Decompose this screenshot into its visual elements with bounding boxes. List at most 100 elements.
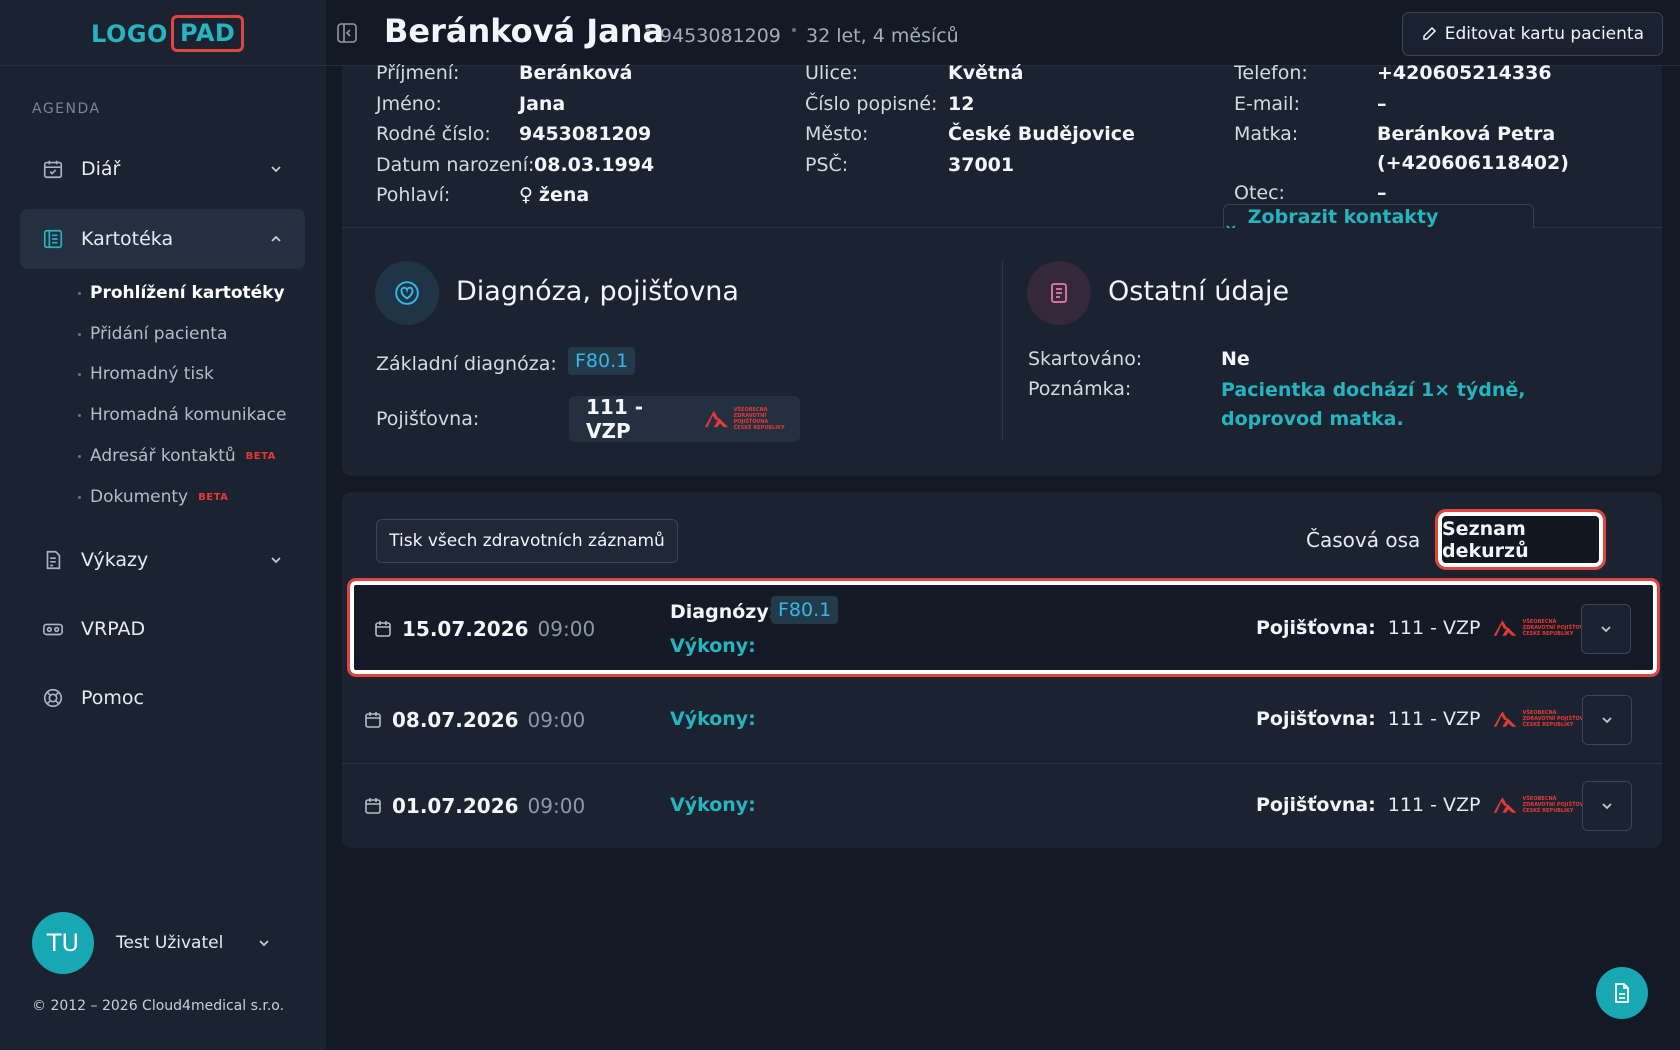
zip-value: 37001 (948, 154, 1015, 176)
house-value: 12 (948, 93, 975, 115)
insurance-label: Pojišťovna: (1256, 617, 1376, 639)
insurance-label: Pojišťovna: (1256, 708, 1376, 730)
subitem-label: Dokumenty (90, 487, 189, 507)
sidebar-collapse-icon[interactable] (336, 22, 358, 44)
app-logo[interactable]: LOGO PAD (91, 15, 245, 52)
other-title: Ostatní údaje (1108, 276, 1290, 307)
rc-label: Rodné číslo: (376, 123, 491, 145)
record-insurance: Pojišťovna: 111 - VZP VŠEOBECNÁ ZDRAVOTN… (1256, 708, 1592, 730)
vzp-logo-line: ZDRAVOTNÍ POJIŠŤOVNA (733, 413, 769, 425)
bullet-icon (78, 413, 81, 417)
insurance-value: 111 - VZP (1387, 708, 1481, 730)
subitem-label: Prohlížení kartotéky (90, 283, 285, 303)
house-field: Číslo popisné: 12 (805, 93, 974, 115)
diagnosis-title: Diagnóza, pojišťovna (456, 276, 739, 307)
chevron-down-icon (271, 166, 281, 173)
city-value: České Budějovice (948, 123, 1135, 145)
insurance-value: 111 - VZP (586, 395, 644, 443)
chevron-down-icon (259, 940, 269, 947)
street-field: Ulice: Květná (805, 62, 1023, 84)
user-menu[interactable]: TU Test Uživatel (32, 912, 271, 974)
print-all-records-button[interactable]: Tisk všech zdravotních záznamů (376, 519, 678, 563)
table-row[interactable]: 08.07.2026 09:00 Výkony: Pojišťovna: 111… (342, 678, 1662, 763)
sidebar-item-label: Kartotéka (81, 228, 174, 250)
sex-value: ♀ žena (519, 184, 589, 206)
email-field: E-mail: – (1234, 93, 1387, 115)
record-time-value: 09:00 (537, 617, 596, 641)
tab-record-list[interactable]: Seznam dekurzů (1435, 509, 1606, 570)
chevron-down-icon (1602, 717, 1612, 724)
diagnosis-code-chip[interactable]: F80.1 (771, 596, 839, 624)
note-value: Pacientka dochází 1× týdně, doprovod mat… (1221, 379, 1526, 430)
logo-area: LOGO PAD (0, 0, 326, 66)
sidebar-subitem-pridani[interactable]: Přidání pacienta (78, 324, 227, 344)
beta-badge: BETA (245, 450, 276, 462)
sex-label: Pohlaví: (376, 184, 451, 206)
sex-field: Pohlaví: ♀ žena (376, 184, 589, 206)
city-label: Město: (805, 123, 869, 145)
tab-timeline[interactable]: Časová osa (1306, 528, 1420, 552)
record-date-value: 01.07.2026 (392, 794, 519, 818)
vzp-logo-icon: VŠEOBECNÁ ZDRAVOTNÍ POJIŠŤOVNA ČESKÉ REP… (703, 407, 800, 431)
record-date: 01.07.2026 09:00 (364, 794, 585, 818)
rc-value: 9453081209 (519, 123, 652, 145)
document-icon (1027, 261, 1091, 325)
expand-record-button[interactable] (1582, 781, 1632, 831)
female-icon: ♀ (519, 184, 533, 206)
record-insurance: Pojišťovna: 111 - VZP VŠEOBECNÁ ZDRAVOTN… (1256, 617, 1592, 639)
book-icon (41, 227, 65, 251)
beta-badge: BETA (198, 491, 229, 503)
main-diagnosis-label: Základní diagnóza: (376, 353, 557, 375)
edit-patient-button[interactable]: Editovat kartu pacienta (1401, 12, 1663, 56)
insurance-label: Pojišťovna: (1256, 794, 1376, 816)
sidebar: LOGO PAD AGENDA Diář Kartotéka Prohlížen… (0, 0, 326, 1050)
table-row[interactable]: 01.07.2026 09:00 Výkony: Pojišťovna: 111… (342, 763, 1662, 848)
mother-label: Matka: (1234, 123, 1299, 145)
procedures-label: Výkony: (670, 708, 756, 730)
record-date-value: 15.07.2026 (402, 617, 529, 641)
sidebar-subitem-komunikace[interactable]: Hromadná komunikace (78, 405, 286, 425)
sidebar-item-vykazy[interactable]: Výkazy (20, 530, 305, 590)
vzp-logo-text: VŠEOBECNÁ ZDRAVOTNÍ POJIŠŤOVNA ČESKÉ REP… (734, 407, 800, 431)
sidebar-subitem-tisk[interactable]: Hromadný tisk (78, 364, 214, 384)
street-value: Květná (948, 62, 1024, 84)
mother-phone: (+420606118402) (1377, 152, 1569, 174)
heart-icon (375, 261, 439, 325)
sidebar-subitem-adresar[interactable]: Adresář kontaktů BETA (78, 446, 276, 466)
logo-text-b: PAD (170, 15, 245, 52)
bullet-icon (78, 291, 81, 295)
new-document-button[interactable] (1596, 967, 1648, 1019)
dob-value: 08.03.1994 (534, 154, 655, 176)
edit-patient-label: Editovat kartu pacienta (1444, 24, 1644, 44)
calendar-icon (375, 621, 391, 637)
surname-value: Beránková (519, 62, 633, 84)
sidebar-item-vrpad[interactable]: VRPAD (20, 599, 305, 659)
sidebar-subitem-prohlizeni[interactable]: Prohlížení kartotéky (78, 283, 285, 303)
bullet-icon (78, 372, 81, 376)
shred-label: Skartováno: (1028, 348, 1143, 370)
document-icon (1615, 983, 1629, 1003)
shred-value: Ne (1221, 348, 1250, 370)
diagnosis-code-chip[interactable]: F80.1 (568, 347, 636, 375)
record-date: 08.07.2026 09:00 (364, 708, 585, 732)
insurance-value: 111 - VZP (1387, 794, 1481, 816)
zip-label: PSČ: (805, 154, 849, 176)
sidebar-item-diar[interactable]: Diář (20, 139, 305, 199)
section-label: AGENDA (32, 101, 101, 117)
rc-field: Rodné číslo: 9453081209 (376, 123, 651, 145)
logo-text-a: LOGO (91, 19, 168, 48)
page-header: Beránková Jana 9453081209 32 let, 4 měsí… (326, 0, 1680, 66)
father-label: Otec: (1234, 182, 1285, 204)
vzp-logo-line: ČESKÉ REPUBLIKY (733, 425, 785, 431)
sidebar-item-kartoteka[interactable]: Kartotéka (20, 209, 305, 269)
insurance-label: Pojišťovna: (376, 408, 480, 430)
bullet-icon (78, 454, 81, 458)
sidebar-item-pomoc[interactable]: Pomoc (20, 668, 305, 728)
expand-record-button[interactable] (1582, 695, 1632, 745)
vzp-logo-icon: VŠEOBECNÁ ZDRAVOTNÍ POJIŠŤOVNA ČESKÉ REP… (1492, 795, 1592, 815)
table-row[interactable]: 15.07.2026 09:00 Diagnózy: F80.1 Výkony:… (347, 578, 1660, 677)
procedures-label: Výkony: (670, 794, 756, 816)
expand-record-button[interactable] (1581, 604, 1631, 654)
sidebar-subitem-dokumenty[interactable]: Dokumenty BETA (78, 487, 228, 507)
user-name: Test Uživatel (116, 933, 224, 953)
